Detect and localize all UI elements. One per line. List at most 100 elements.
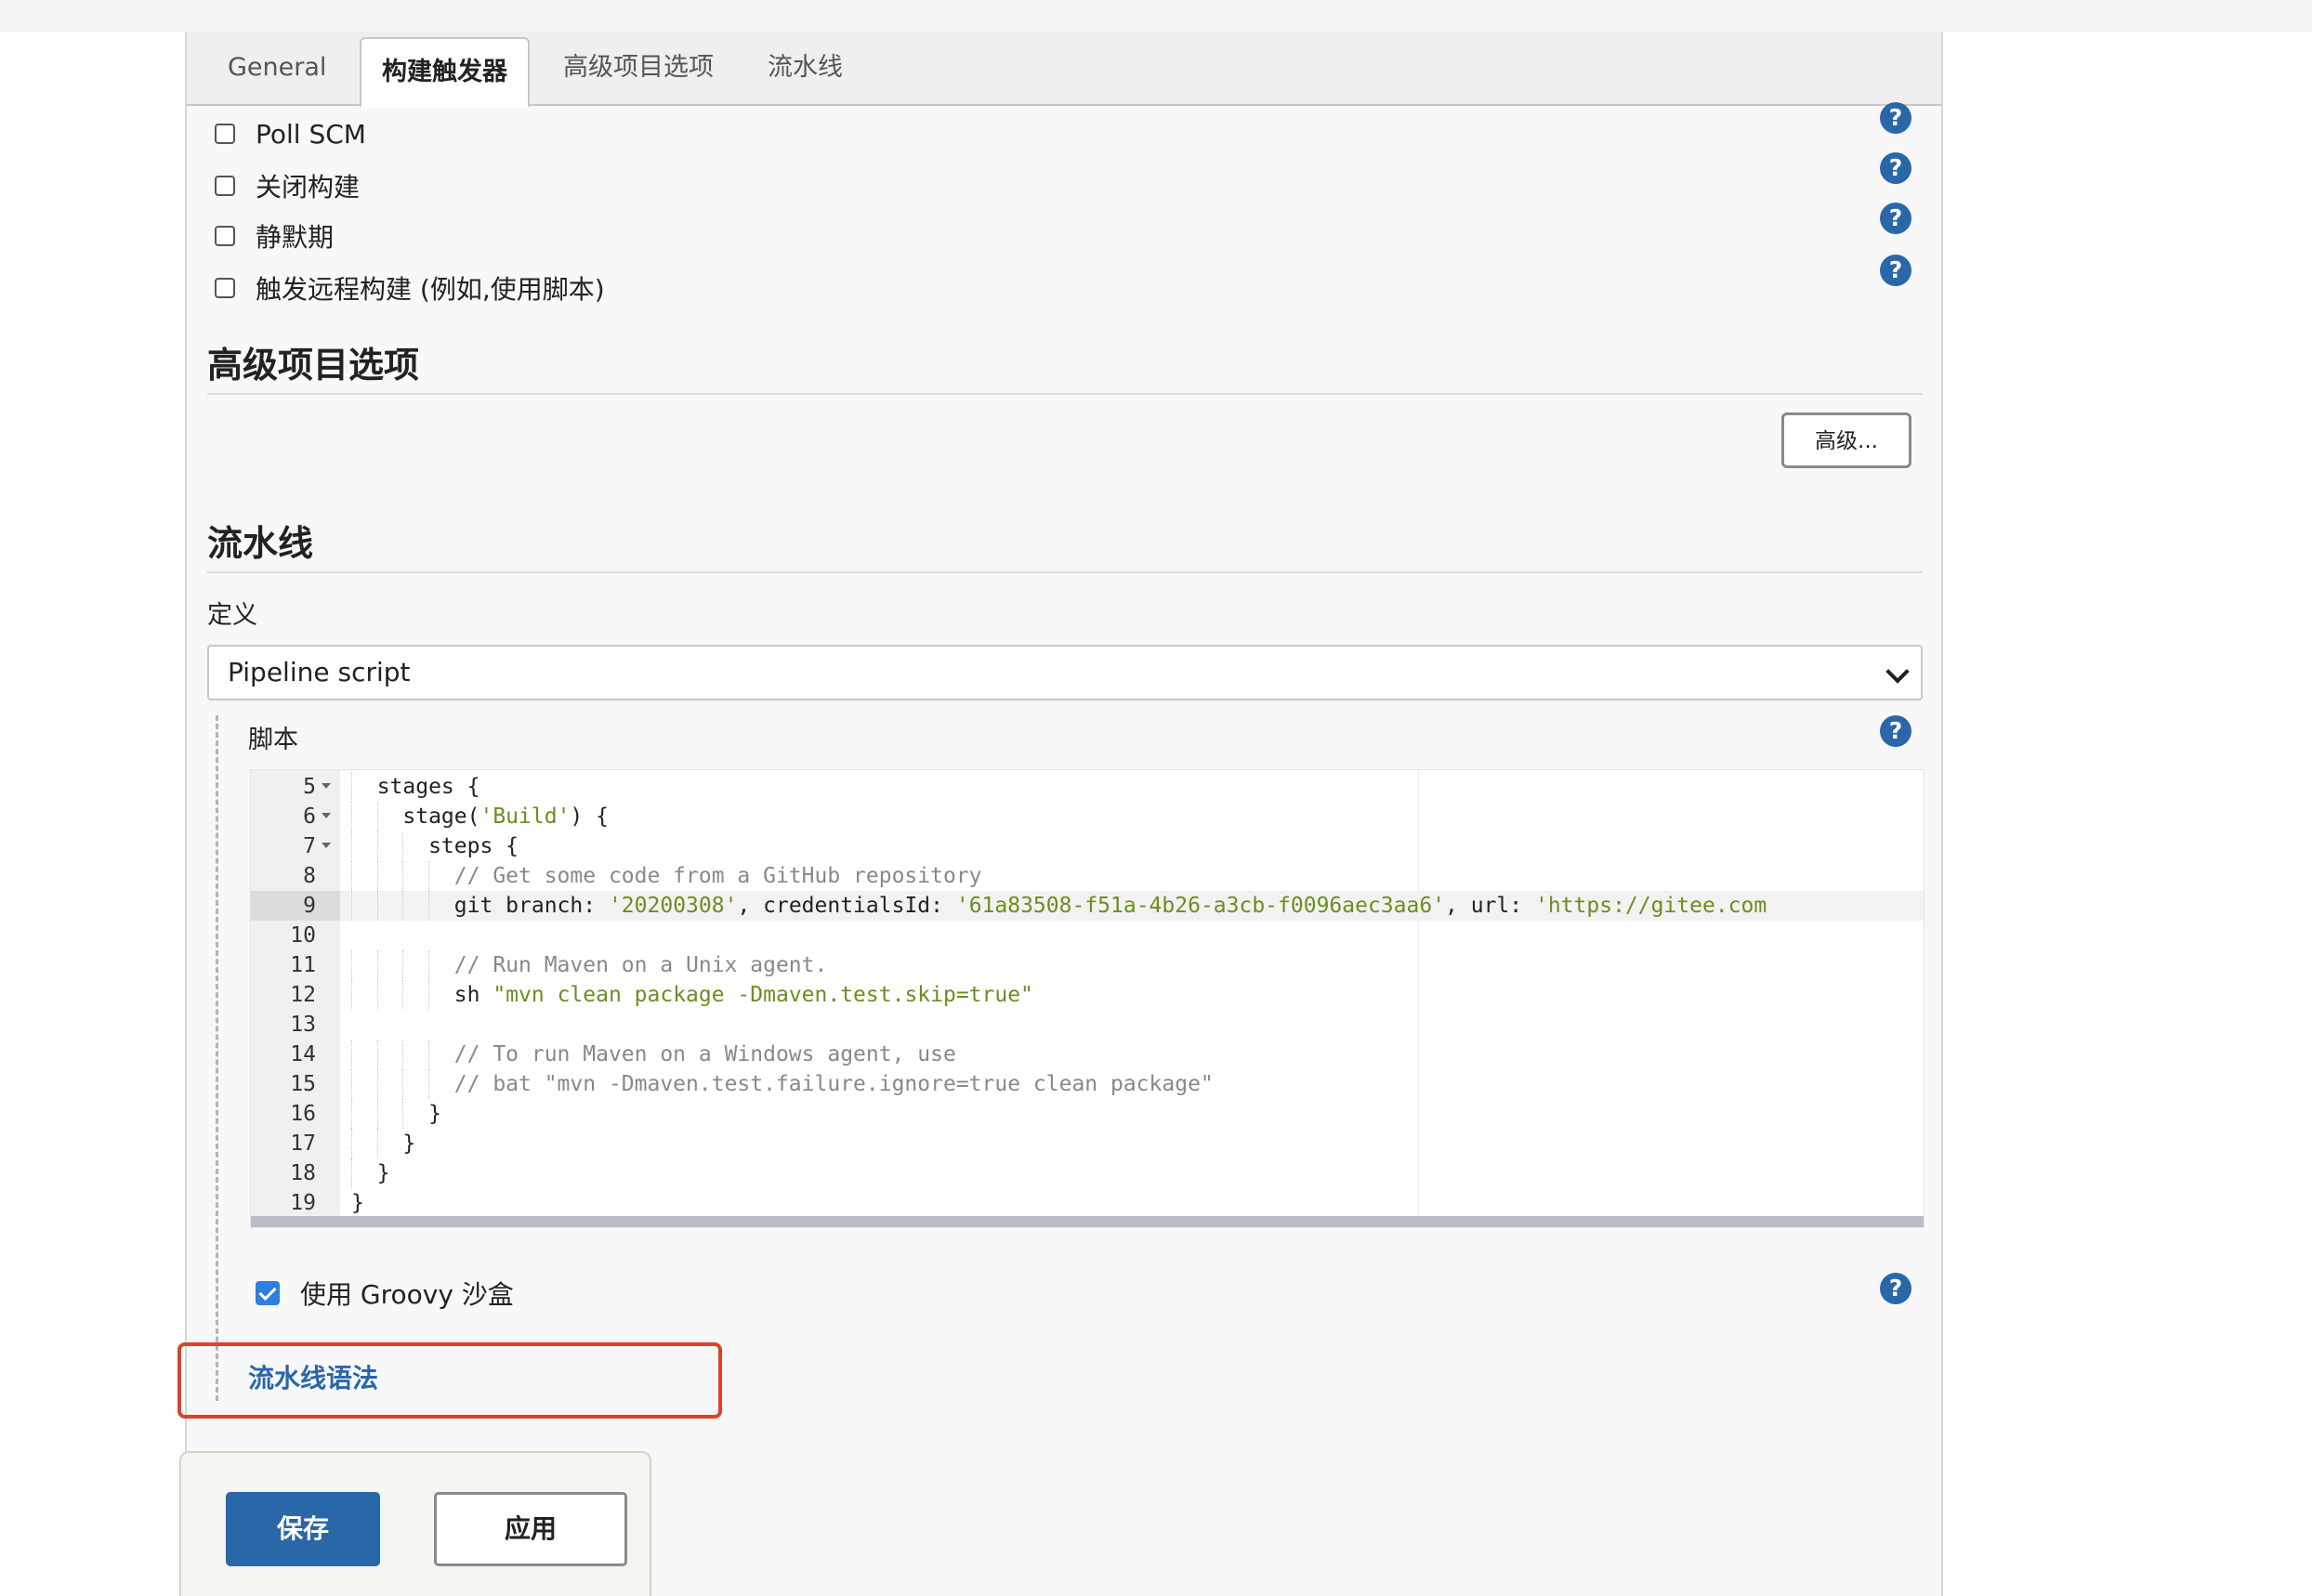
remote-build-checkbox[interactable] xyxy=(215,278,235,298)
section-tabs: General 构建触发器 高级项目选项 流水线 xyxy=(187,32,1941,108)
code-text: steps { xyxy=(351,834,519,858)
code-line[interactable]: 15 // bat "mvn -Dmaven.test.failure.igno… xyxy=(251,1069,1924,1099)
trigger-disable-build[interactable]: 关闭构建 xyxy=(215,167,360,204)
definition-value: Pipeline script xyxy=(228,657,411,687)
code-text: stage('Build') { xyxy=(351,802,609,831)
code-token: ) { xyxy=(570,805,609,829)
string-literal: '20200308' xyxy=(608,894,738,918)
code-token: , url: xyxy=(1445,894,1535,918)
code-line[interactable]: 11 // Run Maven on a Unix agent. xyxy=(251,950,1924,980)
disable-build-checkbox[interactable] xyxy=(215,176,235,196)
line-number-cell: 13 xyxy=(251,1010,340,1040)
line-number-cell: 5 xyxy=(251,772,340,802)
code-token: sh xyxy=(351,983,493,1007)
line-number: 5 xyxy=(303,775,316,799)
remote-build-label: 触发远程构建 (例如,使用脚本) xyxy=(256,274,605,305)
line-number: 8 xyxy=(303,864,316,888)
code-line[interactable]: 5 stages { xyxy=(251,772,1924,802)
line-number: 12 xyxy=(290,983,316,1007)
highlight-box xyxy=(177,1342,722,1419)
trigger-quiet-period[interactable]: 静默期 xyxy=(215,217,334,255)
code-line[interactable]: 9 git branch: '20200308', credentialsId:… xyxy=(251,891,1924,921)
help-icon[interactable]: ? xyxy=(1880,715,1911,747)
code-text: git branch: '20200308', credentialsId: '… xyxy=(351,891,1767,921)
code-text: stages { xyxy=(351,775,480,799)
tab-general[interactable]: General xyxy=(207,32,347,104)
tab-advanced-options[interactable]: 高级项目选项 xyxy=(543,32,734,104)
code-token: , credentialsId: xyxy=(737,894,956,918)
fold-arrow-icon[interactable] xyxy=(322,783,331,789)
code-token: stage( xyxy=(351,805,480,829)
apply-button[interactable]: 应用 xyxy=(434,1492,627,1566)
line-number-cell: 10 xyxy=(251,921,340,950)
string-literal: 'Build' xyxy=(479,805,571,829)
script-editor[interactable]: 5 stages {6 stage('Build') {7 steps {8 /… xyxy=(250,769,1924,1228)
code-line[interactable]: 7 steps { xyxy=(251,831,1924,861)
help-icon[interactable]: ? xyxy=(1880,152,1911,184)
code-text: // Get some code from a GitHub repositor… xyxy=(351,864,982,888)
line-number-cell: 18 xyxy=(251,1158,340,1188)
line-number-cell: 12 xyxy=(251,980,340,1010)
code-line[interactable]: 10 xyxy=(251,921,1924,950)
code-line[interactable]: 6 stage('Build') { xyxy=(251,802,1924,831)
string-literal: "mvn clean package -Dmaven.test.skip=tru… xyxy=(493,983,1033,1007)
help-icon[interactable]: ? xyxy=(1880,102,1911,134)
advanced-options-heading: 高级项目选项 xyxy=(207,336,1923,395)
code-text: } xyxy=(351,1132,416,1156)
line-number: 17 xyxy=(290,1132,316,1156)
fold-arrow-icon[interactable] xyxy=(322,813,331,818)
code-line[interactable]: 16 } xyxy=(251,1099,1924,1129)
code-line[interactable]: 13 xyxy=(251,1010,1924,1040)
line-number: 19 xyxy=(290,1191,316,1215)
script-label: 脚本 xyxy=(248,726,298,754)
help-icon[interactable]: ? xyxy=(1880,1273,1911,1304)
pipeline-heading: 流水线 xyxy=(207,515,1923,573)
code-line[interactable]: 19} xyxy=(251,1188,1924,1218)
code-line[interactable]: 18 } xyxy=(251,1158,1924,1188)
advanced-button[interactable]: 高级... xyxy=(1781,412,1911,468)
line-number: 7 xyxy=(303,834,316,858)
fold-arrow-icon[interactable] xyxy=(322,843,331,848)
groovy-sandbox-label: 使用 Groovy 沙盒 xyxy=(300,1279,514,1310)
code-text: sh "mvn clean package -Dmaven.test.skip=… xyxy=(351,980,1033,1010)
line-number: 15 xyxy=(290,1072,316,1096)
code-line[interactable]: 12 sh "mvn clean package -Dmaven.test.sk… xyxy=(251,980,1924,1010)
help-icon[interactable]: ? xyxy=(1880,255,1911,286)
line-number: 11 xyxy=(290,953,316,977)
horizontal-scrollbar[interactable] xyxy=(251,1216,1924,1227)
line-number-cell: 19 xyxy=(251,1188,340,1218)
help-icon[interactable]: ? xyxy=(1880,203,1911,234)
tab-build-triggers[interactable]: 构建触发器 xyxy=(360,37,530,108)
line-number: 13 xyxy=(290,1013,316,1037)
line-number: 6 xyxy=(303,805,316,829)
definition-select[interactable]: Pipeline script xyxy=(207,645,1923,700)
line-number-cell: 9 xyxy=(251,891,340,921)
code-line[interactable]: 14 // To run Maven on a Windows agent, u… xyxy=(251,1040,1924,1069)
chevron-down-icon xyxy=(1885,660,1910,684)
poll-scm-label: Poll SCM xyxy=(256,118,366,150)
quiet-period-label: 静默期 xyxy=(256,222,335,253)
line-number: 18 xyxy=(290,1161,316,1185)
line-number-cell: 6 xyxy=(251,802,340,831)
code-text: // bat "mvn -Dmaven.test.failure.ignore=… xyxy=(351,1072,1214,1096)
code-line[interactable]: 8 // Get some code from a GitHub reposit… xyxy=(251,861,1924,891)
line-number: 9 xyxy=(303,894,316,918)
save-button[interactable]: 保存 xyxy=(226,1492,380,1566)
code-line[interactable]: 17 } xyxy=(251,1129,1924,1158)
poll-scm-checkbox[interactable] xyxy=(215,124,235,144)
string-literal: '61a83508-f51a-4b26-a3cb-f0096aec3aa6' xyxy=(955,894,1446,918)
code-text: // To run Maven on a Windows agent, use xyxy=(351,1042,956,1066)
line-number-cell: 7 xyxy=(251,831,340,861)
line-number-cell: 15 xyxy=(251,1069,340,1099)
line-number-cell: 11 xyxy=(251,950,340,980)
tab-pipeline[interactable]: 流水线 xyxy=(747,32,863,104)
quiet-period-checkbox[interactable] xyxy=(215,226,235,246)
string-literal: 'https://gitee.com xyxy=(1534,894,1767,918)
line-number-cell: 8 xyxy=(251,861,340,891)
trigger-poll-scm[interactable]: Poll SCM xyxy=(215,115,366,152)
groovy-sandbox-option[interactable]: 使用 Groovy 沙盒 xyxy=(256,1275,514,1312)
line-number-cell: 16 xyxy=(251,1099,340,1129)
line-number: 16 xyxy=(290,1102,316,1126)
trigger-remote-build[interactable]: 触发远程构建 (例如,使用脚本) xyxy=(215,269,605,307)
groovy-sandbox-checkbox[interactable] xyxy=(256,1281,280,1305)
